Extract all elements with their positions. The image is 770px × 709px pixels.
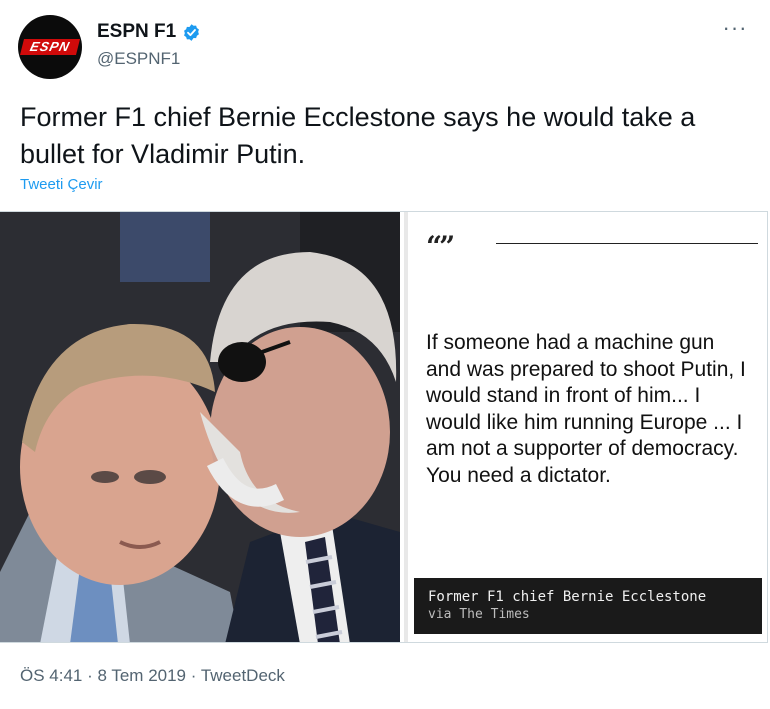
attribution-box: Former F1 chief Bernie Ecclestone via Th… [414, 578, 762, 634]
meta-separator: · [82, 666, 98, 685]
tweet-text: Former F1 chief Bernie Ecclestone says h… [20, 102, 696, 169]
quote-mark: “” [426, 230, 455, 263]
espn-logo: ESPN [20, 39, 80, 55]
tweet-media[interactable]: “” If someone had a machine gun and was … [0, 211, 768, 643]
author-handle[interactable]: @ESPNF1 [97, 49, 180, 69]
translate-link[interactable]: Tweeti Çevir [20, 176, 103, 193]
avatar[interactable]: ESPN [18, 15, 82, 79]
more-icon[interactable]: ··· [722, 17, 748, 42]
attribution-source: via The Times [428, 607, 530, 622]
meta-separator-2: · [186, 666, 201, 685]
quote-text: If someone had a machine gun and was pre… [426, 331, 746, 487]
tweet-time[interactable]: ÖS 4:41 [20, 666, 82, 685]
tweet-source-app[interactable]: TweetDeck [201, 666, 285, 685]
author-name-row[interactable]: ESPN F1 [97, 21, 201, 43]
author-display-name[interactable]: ESPN F1 [97, 21, 176, 43]
tweet-date[interactable]: 8 Tem 2019 [97, 666, 186, 685]
verified-badge-icon [184, 23, 200, 41]
photo-illustration [0, 212, 400, 642]
tweet-meta: ÖS 4:41 · 8 Tem 2019 · TweetDeck [20, 666, 285, 686]
photo-putin-ecclestone[interactable] [0, 212, 400, 642]
attribution-name: Former F1 chief Bernie Ecclestone [428, 589, 707, 605]
quote-divider [496, 243, 758, 244]
quote-panel: “” If someone had a machine gun and was … [404, 212, 767, 642]
